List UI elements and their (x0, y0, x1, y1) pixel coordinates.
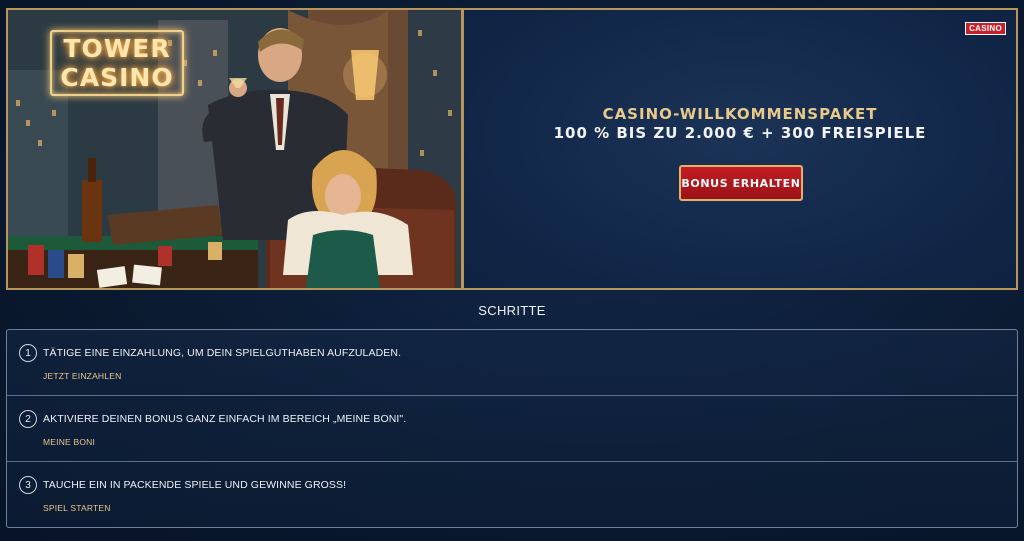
step-item: 3 TAUCHE EIN IN PACKENDE SPIELE UND GEWI… (7, 462, 1017, 528)
promo-banner: TOWER CASINO CASINO CASINO-WILLKOMMENSPA… (6, 8, 1018, 290)
step-description: AKTIVIERE DEINEN BONUS GANZ EINFACH IM B… (43, 413, 407, 425)
deposit-now-link[interactable]: JETZT EINZAHLEN (43, 371, 121, 381)
step-description: TAUCHE EIN IN PACKENDE SPIELE UND GEWINN… (43, 479, 347, 491)
tower-casino-logo: TOWER CASINO (50, 30, 184, 96)
logo-line-2: CASINO (60, 63, 174, 92)
start-game-link[interactable]: SPIEL STARTEN (43, 503, 111, 513)
offer-subtitle: 100 % BIS ZU 2.000 € + 300 FREISPIELE (553, 124, 927, 142)
offer-title: CASINO-WILLKOMMENSPAKET (602, 105, 878, 123)
step-item: 1 TÄTIGE EINE EINZAHLUNG, UM DEIN SPIELG… (7, 330, 1017, 396)
casino-tag-badge: CASINO (965, 22, 1006, 35)
step-item: 2 AKTIVIERE DEINEN BONUS GANZ EINFACH IM… (7, 396, 1017, 462)
my-bonuses-link[interactable]: MEINE BONI (43, 437, 95, 447)
step-number-badge: 2 (19, 410, 37, 428)
offer-panel: CASINO CASINO-WILLKOMMENSPAKET 100 % BIS… (464, 10, 1016, 288)
step-number-badge: 1 (19, 344, 37, 362)
get-bonus-button[interactable]: BONUS ERHALTEN (679, 165, 803, 201)
steps-list: 1 TÄTIGE EINE EINZAHLUNG, UM DEIN SPIELG… (6, 329, 1018, 528)
banner-illustration: TOWER CASINO (8, 10, 464, 288)
offer-text: CASINO-WILLKOMMENSPAKET 100 % BIS ZU 2.0… (464, 105, 1016, 142)
step-description: TÄTIGE EINE EINZAHLUNG, UM DEIN SPIELGUT… (43, 347, 402, 359)
steps-heading: SCHRITTE (478, 303, 546, 318)
logo-line-1: TOWER (63, 34, 171, 63)
step-number-badge: 3 (19, 476, 37, 494)
